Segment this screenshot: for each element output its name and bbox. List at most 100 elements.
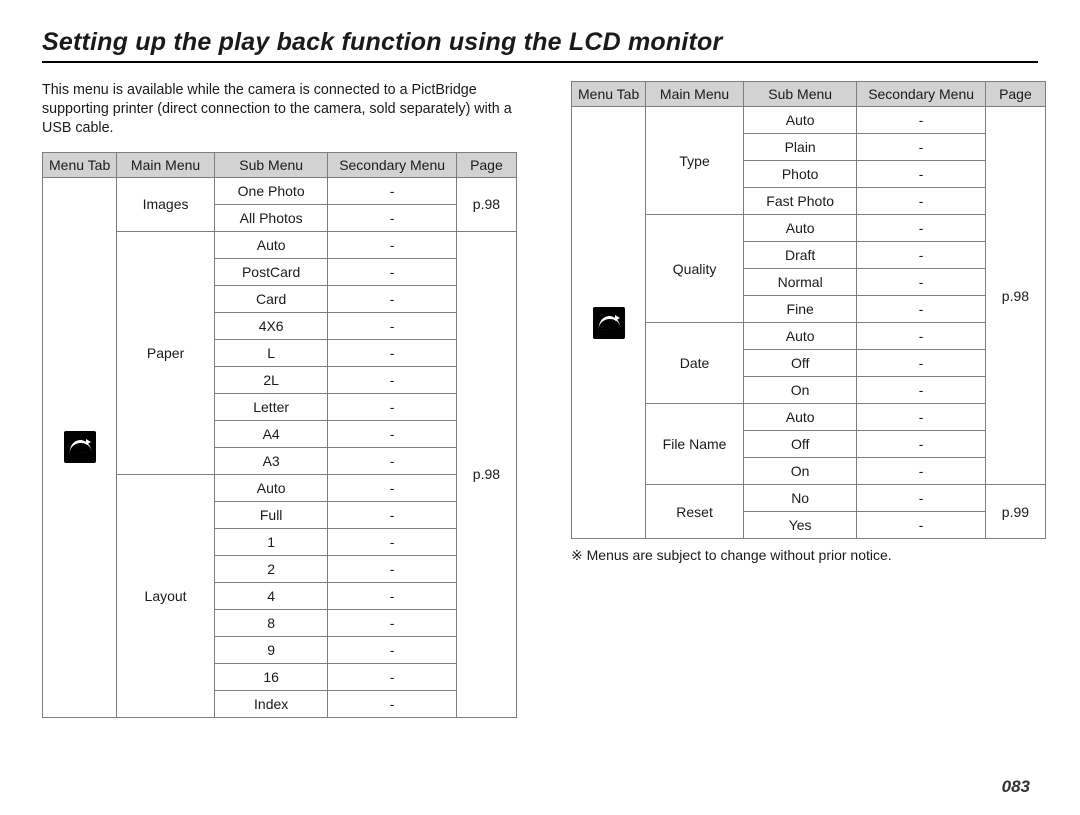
page-title: Setting up the play back function using … — [42, 28, 1038, 57]
sec: - — [328, 528, 456, 555]
sec: - — [328, 312, 456, 339]
sec: - — [328, 636, 456, 663]
sec: - — [857, 161, 985, 188]
page-images: p.98 — [456, 177, 516, 231]
sub: Normal — [743, 269, 857, 296]
sec: - — [857, 269, 985, 296]
main-filename: File Name — [646, 404, 744, 485]
th-page: Page — [456, 152, 516, 177]
sec: - — [328, 231, 456, 258]
sub: On — [743, 377, 857, 404]
sec: - — [857, 107, 985, 134]
th-menu-tab: Menu Tab — [572, 82, 646, 107]
pictbridge-icon-cell — [572, 107, 646, 539]
main-images: Images — [117, 177, 215, 231]
sub: 4X6 — [214, 312, 328, 339]
sub: Auto — [743, 107, 857, 134]
sub: All Photos — [214, 204, 328, 231]
th-main-menu: Main Menu — [646, 82, 744, 107]
sec: - — [857, 377, 985, 404]
sec: - — [857, 188, 985, 215]
sub: Letter — [214, 393, 328, 420]
sec: - — [857, 215, 985, 242]
pictbridge-icon — [593, 307, 625, 339]
sec: - — [328, 339, 456, 366]
sub: On — [743, 458, 857, 485]
sec: - — [857, 512, 985, 539]
left-menu-table: Menu Tab Main Menu Sub Menu Secondary Me… — [42, 152, 517, 718]
sub: 9 — [214, 636, 328, 663]
sec: - — [328, 609, 456, 636]
sec: - — [857, 458, 985, 485]
sub: Card — [214, 285, 328, 312]
sub: Auto — [743, 323, 857, 350]
sub: 1 — [214, 528, 328, 555]
sub: 8 — [214, 609, 328, 636]
main-date: Date — [646, 323, 744, 404]
sec: - — [328, 366, 456, 393]
th-menu-tab: Menu Tab — [43, 152, 117, 177]
sec: - — [328, 177, 456, 204]
sub: 2 — [214, 555, 328, 582]
sec: - — [328, 393, 456, 420]
sub: Full — [214, 501, 328, 528]
th-secondary: Secondary Menu — [328, 152, 456, 177]
sub: Off — [743, 350, 857, 377]
page-rest: p.98 — [456, 231, 516, 717]
th-secondary: Secondary Menu — [857, 82, 985, 107]
sec: - — [328, 555, 456, 582]
sec: - — [328, 663, 456, 690]
sub: Index — [214, 690, 328, 717]
th-page: Page — [985, 82, 1045, 107]
sec: - — [857, 323, 985, 350]
sub: Photo — [743, 161, 857, 188]
page-number: 083 — [1002, 777, 1030, 797]
sub: 2L — [214, 366, 328, 393]
main-type: Type — [646, 107, 744, 215]
sec: - — [328, 258, 456, 285]
sub: Yes — [743, 512, 857, 539]
pictbridge-icon — [64, 431, 96, 463]
sec: - — [857, 296, 985, 323]
sec: - — [328, 501, 456, 528]
sec: - — [328, 447, 456, 474]
sub: Fine — [743, 296, 857, 323]
sub: One Photo — [214, 177, 328, 204]
page-bottom: p.99 — [985, 485, 1045, 539]
sub: 4 — [214, 582, 328, 609]
sub: Auto — [214, 474, 328, 501]
main-layout: Layout — [117, 474, 215, 717]
th-sub-menu: Sub Menu — [743, 82, 857, 107]
sec: - — [857, 134, 985, 161]
th-sub-menu: Sub Menu — [214, 152, 328, 177]
sec: - — [857, 485, 985, 512]
footnote: ※ Menus are subject to change without pr… — [571, 547, 1046, 564]
sub: Auto — [743, 404, 857, 431]
title-rule — [42, 61, 1038, 63]
sec: - — [857, 242, 985, 269]
right-menu-table: Menu Tab Main Menu Sub Menu Secondary Me… — [571, 81, 1046, 539]
sec: - — [328, 582, 456, 609]
sub: No — [743, 485, 857, 512]
main-reset: Reset — [646, 485, 744, 539]
sec: - — [857, 431, 985, 458]
th-main-menu: Main Menu — [117, 152, 215, 177]
sec: - — [328, 420, 456, 447]
sub: Auto — [214, 231, 328, 258]
sub: A4 — [214, 420, 328, 447]
sub: Off — [743, 431, 857, 458]
sub: A3 — [214, 447, 328, 474]
sec: - — [328, 285, 456, 312]
pictbridge-icon-cell — [43, 177, 117, 717]
two-columns: This menu is available while the camera … — [42, 81, 1038, 718]
sub: Draft — [743, 242, 857, 269]
sub: PostCard — [214, 258, 328, 285]
page-top: p.98 — [985, 107, 1045, 485]
intro-text: This menu is available while the camera … — [42, 81, 517, 138]
sec: - — [328, 690, 456, 717]
sec: - — [328, 204, 456, 231]
sub: L — [214, 339, 328, 366]
sub: 16 — [214, 663, 328, 690]
sec: - — [857, 404, 985, 431]
sec: - — [328, 474, 456, 501]
